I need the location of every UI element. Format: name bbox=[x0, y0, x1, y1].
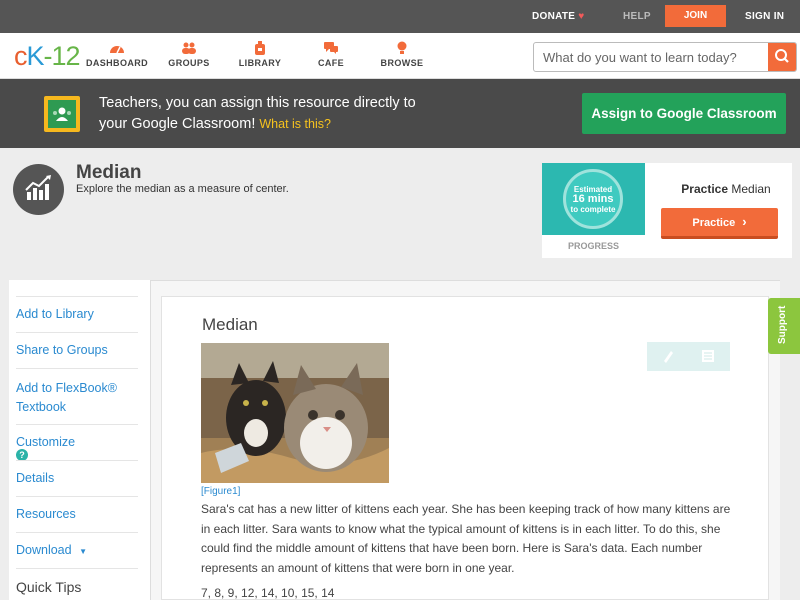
download-label: Download bbox=[16, 543, 72, 557]
classroom-message: Teachers, you can assign this resource d… bbox=[99, 93, 479, 135]
customize-label: Customize bbox=[16, 435, 76, 449]
notes-icon[interactable] bbox=[701, 349, 715, 368]
practice-button-label: Practice bbox=[692, 217, 736, 229]
sidebar-item-download[interactable]: Download ▼ bbox=[16, 532, 138, 568]
practice-title-bold: Practice bbox=[681, 182, 728, 196]
search-icon bbox=[775, 49, 789, 63]
help-link[interactable]: HELP bbox=[623, 11, 651, 22]
page-subtitle: Explore the median as a measure of cente… bbox=[76, 183, 289, 195]
search-button[interactable] bbox=[768, 43, 796, 71]
concept-icon bbox=[13, 164, 64, 215]
groups-icon bbox=[154, 41, 224, 58]
practice-title: Practice Median bbox=[660, 182, 792, 196]
nav-browse[interactable]: BROWSE bbox=[367, 41, 437, 68]
sidebar-item-details[interactable]: Details bbox=[16, 460, 138, 496]
kittens-image bbox=[201, 343, 389, 483]
dashboard-icon bbox=[82, 41, 152, 58]
assign-google-classroom-button[interactable]: Assign to Google Classroom bbox=[582, 93, 786, 134]
donate-label: DONATE bbox=[532, 11, 576, 22]
estimated-minutes: 16 mins bbox=[572, 193, 614, 205]
flexbook-label-line2: Textbook bbox=[16, 400, 67, 414]
heart-icon: ♥ bbox=[578, 11, 585, 22]
nav-cafe[interactable]: CAFE bbox=[296, 41, 366, 68]
search-box bbox=[533, 42, 797, 72]
chevron-right-icon: › bbox=[742, 214, 747, 229]
google-classroom-banner: Teachers, you can assign this resource d… bbox=[0, 79, 800, 148]
donate-link[interactable]: DONATE ♥ bbox=[532, 11, 585, 22]
sidebar-quick-tips[interactable]: Quick Tips bbox=[16, 568, 138, 600]
support-label: Support bbox=[777, 305, 788, 344]
estimated-time-badge: Estimated 16 mins to complete bbox=[563, 169, 623, 229]
classroom-message-line2: your Google Classroom! bbox=[99, 116, 256, 132]
nav-library[interactable]: LIBRARY bbox=[225, 41, 295, 68]
sidebar-item-add-flexbook[interactable]: Add to FlexBook® Textbook bbox=[16, 368, 138, 424]
ck12-logo[interactable]: cK-12 bbox=[14, 41, 81, 72]
practice-title-rest: Median bbox=[731, 182, 771, 196]
sidebar-item-share-groups[interactable]: Share to Groups bbox=[16, 332, 138, 368]
main-navbar: cK-12 DASHBOARD GROUPS LIBRARY CAFE BROW… bbox=[0, 33, 800, 79]
library-icon bbox=[225, 41, 295, 58]
flexbook-label-line1: Add to FlexBook® bbox=[16, 381, 117, 395]
data-list: 7, 8, 9, 12, 14, 10, 15, 14 bbox=[201, 586, 335, 600]
page-title: Median bbox=[76, 162, 142, 183]
top-bar: DONATE ♥ HELP JOIN SIGN IN bbox=[0, 0, 800, 33]
sidebar-item-add-library[interactable]: Add to Library bbox=[16, 296, 138, 332]
figure-label[interactable]: [Figure1] bbox=[201, 486, 240, 497]
caret-down-icon: ▼ bbox=[79, 547, 87, 556]
practice-card: Estimated 16 mins to complete PROGRESS P… bbox=[542, 163, 792, 258]
progress-label: PROGRESS bbox=[567, 241, 619, 251]
nav-groups[interactable]: GROUPS bbox=[154, 41, 224, 68]
practice-button[interactable]: Practice › bbox=[661, 208, 778, 239]
classroom-message-line1: Teachers, you can assign this resource d… bbox=[99, 95, 416, 111]
nav-dashboard[interactable]: DASHBOARD bbox=[82, 41, 152, 68]
browse-icon bbox=[367, 41, 437, 58]
pencil-icon[interactable] bbox=[661, 348, 675, 369]
support-tab[interactable]: Support bbox=[768, 298, 800, 354]
to-complete-label: to complete bbox=[570, 205, 616, 214]
sign-in-link[interactable]: SIGN IN bbox=[745, 11, 784, 22]
sidebar-item-resources[interactable]: Resources bbox=[16, 496, 138, 532]
cafe-icon bbox=[296, 41, 366, 58]
sidebar: Add to Library Share to Groups Add to Fl… bbox=[9, 280, 150, 600]
progress-graphic: Estimated 16 mins to complete bbox=[542, 163, 645, 235]
google-classroom-icon bbox=[44, 96, 80, 132]
what-is-this-link[interactable]: What is this? bbox=[259, 117, 331, 131]
content-title: Median bbox=[202, 315, 258, 334]
annotation-toolbar bbox=[647, 342, 730, 371]
join-button[interactable]: JOIN bbox=[665, 5, 726, 27]
sidebar-item-customize[interactable]: Customize ? bbox=[16, 424, 138, 461]
lesson-paragraph: Sara's cat has a new litter of kittens e… bbox=[201, 502, 731, 575]
search-input[interactable] bbox=[534, 43, 770, 71]
